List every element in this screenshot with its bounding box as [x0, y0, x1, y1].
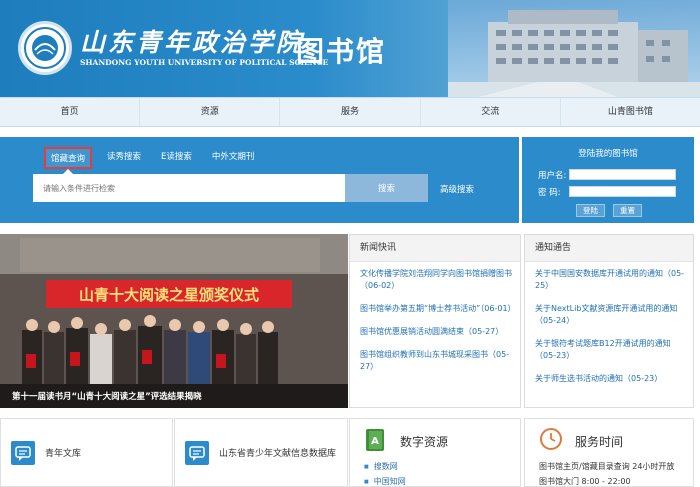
service-hours-line: 图书馆主页/馆藏目录查询 24小时开放: [539, 462, 675, 471]
school-emblem-icon: [24, 27, 66, 69]
digital-resource-link[interactable]: 搜数网: [364, 461, 398, 472]
digital-resource-link[interactable]: 中国知网: [364, 476, 406, 486]
svg-text:A: A: [371, 436, 379, 447]
library-title: 图书馆: [296, 35, 387, 68]
username-label: 用户名:: [538, 171, 567, 181]
photo-caption-bar: 第十一届读书月“山青十大阅读之星”评选结果揭晓: [0, 384, 348, 408]
news-item[interactable]: 文化传播学院刘浩翔同学向图书馆捐赠图书（06-02）: [360, 268, 512, 292]
login-panel: 登陆我的图书馆 用户名: 密 码: 登陆 重置: [522, 137, 694, 223]
service-hours-card: 服务时间 图书馆主页/馆藏目录查询 24小时开放 图书馆大门 8:00 - 22…: [524, 418, 694, 487]
search-input[interactable]: [33, 174, 345, 202]
news-box-title[interactable]: 新闻快讯: [350, 235, 520, 262]
reset-button[interactable]: 重置: [613, 204, 642, 217]
username-field[interactable]: [569, 169, 676, 180]
password-field[interactable]: [569, 186, 676, 197]
notice-item[interactable]: 关于中国国安数据库开通试用的通知（05-25）: [535, 268, 685, 292]
tab-journal-search[interactable]: 中外文期刊: [207, 147, 260, 169]
notice-box: 通知通告 关于中国国安数据库开通试用的通知（05-25） 关于NextLib文献…: [524, 234, 694, 408]
service-hours-line: 图书馆大门 8:00 - 22:00: [539, 477, 631, 486]
digital-resources-card: A 数字资源 搜数网 中国知网: [349, 418, 521, 487]
youth-literature-db-card[interactable]: 山东省青少年文献信息数据库: [174, 418, 348, 487]
chat-icon: [11, 441, 35, 465]
chat-icon: [185, 441, 209, 465]
book-icon: A: [366, 429, 384, 451]
tab-edu-search[interactable]: E读搜索: [156, 147, 197, 169]
news-item[interactable]: 图书馆组织教师到山东书城现采图书（05-27）: [360, 349, 512, 373]
service-hours-title: 服务时间: [575, 435, 624, 449]
youth-library-label: 青年文库: [45, 449, 82, 459]
award-ceremony-photo: 山青十大阅读之星颁奖仪式: [0, 234, 348, 408]
news-item[interactable]: 图书馆优惠展销活动圆满结束（05-27）: [360, 326, 512, 338]
youth-library-card[interactable]: 青年文库: [0, 418, 173, 487]
notice-item[interactable]: 关于NextLib文献资源库开通试用的通知（05-24）: [535, 303, 685, 327]
tab-catalog-search[interactable]: 馆藏查询: [44, 147, 93, 169]
notice-box-title[interactable]: 通知通告: [525, 235, 693, 262]
news-list: 文化传播学院刘浩翔同学向图书馆捐赠图书（06-02） 图书馆举办第五期“博士荐书…: [350, 262, 520, 373]
banner-text: 山青十大阅读之星颁奖仪式: [79, 286, 259, 304]
nav-item-exchange[interactable]: 交流: [421, 98, 561, 126]
search-button[interactable]: 搜索: [345, 174, 428, 202]
search-panel: 馆藏查询 读秀搜索 E读搜索 中外文期刊 搜索 高级搜索: [0, 137, 519, 223]
password-label: 密 码:: [538, 188, 561, 198]
site-header: 山东青年政治学院 SHANDONG YOUTH UNIVERSITY OF PO…: [0, 0, 700, 97]
news-box: 新闻快讯 文化传播学院刘浩翔同学向图书馆捐赠图书（06-02） 图书馆举办第五期…: [349, 234, 521, 408]
main-nav: 首页 资源 服务 交流 山青图书馆: [0, 97, 700, 127]
school-name-chinese: 山东青年政治学院: [80, 28, 305, 57]
clock-icon: [540, 428, 562, 450]
news-photo-carousel[interactable]: 山青十大阅读之星颁奖仪式 第十一届读书月“山青十大阅读之星”评选结果揭晓: [0, 234, 348, 408]
notice-item[interactable]: 关于银符考试题库B12开通试用的通知（05-23）: [535, 338, 685, 362]
advanced-search-link[interactable]: 高级搜索: [440, 183, 474, 195]
notice-item[interactable]: 关于师生选书活动的通知（05-23）: [535, 373, 685, 385]
tab-duxiu-search[interactable]: 读秀搜索: [102, 147, 146, 169]
news-item[interactable]: 图书馆举办第五期“博士荐书活动”（06-01）: [360, 303, 516, 315]
youth-literature-db-label: 山东省青少年文献信息数据库: [219, 449, 337, 459]
nav-item-services[interactable]: 服务: [280, 98, 421, 126]
library-building-photo: [448, 0, 700, 97]
school-logo[interactable]: [18, 21, 72, 75]
search-tabs: 馆藏查询 读秀搜索 E读搜索 中外文期刊: [44, 147, 269, 169]
login-button[interactable]: 登陆: [576, 204, 605, 217]
school-name-english: SHANDONG YOUTH UNIVERSITY OF POLITICAL S…: [80, 58, 329, 67]
nav-item-library[interactable]: 山青图书馆: [561, 98, 700, 126]
nav-item-home[interactable]: 首页: [0, 98, 141, 126]
notice-list: 关于中国国安数据库开通试用的通知（05-25） 关于NextLib文献资源库开通…: [525, 262, 693, 385]
digital-resources-title[interactable]: 数字资源: [400, 433, 448, 450]
nav-item-resources[interactable]: 资源: [140, 98, 281, 126]
login-title: 登陆我的图书馆: [578, 149, 638, 159]
photo-caption[interactable]: 第十一届读书月“山青十大阅读之星”评选结果揭晓: [12, 390, 202, 402]
